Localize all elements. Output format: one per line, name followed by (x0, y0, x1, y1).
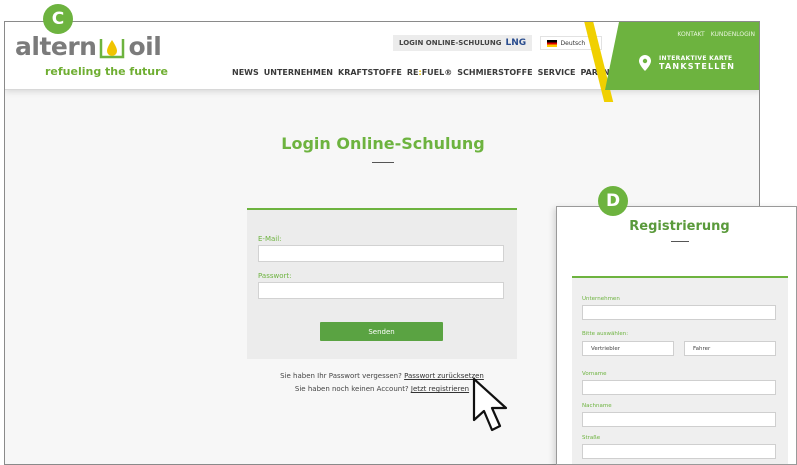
email-label: E-Mail: (258, 235, 282, 243)
top-utility-bar: LOGIN ONLINE-SCHULUNG LNG Deutsch ⌄ (393, 35, 603, 51)
street-field[interactable] (582, 444, 776, 459)
nav-item-news[interactable]: NEWS (232, 68, 259, 77)
registration-panel: Registrierung Unternehmen Bitte auswähle… (556, 206, 797, 465)
logo-wordmark: altern oil (15, 32, 162, 61)
german-flag-icon (547, 39, 557, 47)
mouse-cursor-icon (471, 376, 513, 438)
submit-button[interactable]: Senden (320, 322, 443, 341)
registration-title: Registrierung (629, 219, 730, 234)
nav-item-unternehmen[interactable]: UNTERNEHMEN (264, 68, 333, 77)
oil-drop-icon (98, 33, 126, 61)
language-value: Deutsch (560, 39, 586, 47)
kundenlogin-link[interactable]: KUNDENLOGIN (711, 31, 755, 38)
refuel-part-a: RE (406, 68, 419, 77)
register-link[interactable]: Jetzt registrieren (411, 385, 469, 393)
no-account-text: Sie haben noch keinen Account? (294, 385, 409, 393)
map-pin-icon (639, 55, 651, 71)
role-option-vertriebler[interactable]: Vertriebler (582, 341, 674, 356)
header-links: KONTAKT KUNDENLOGIN (677, 31, 755, 38)
map-link[interactable]: INTERAKTIVE KARTE TANKSTELLEN (639, 55, 735, 71)
lastname-label: Nachname (582, 403, 612, 409)
logo-text-left: altern (15, 32, 97, 61)
header-green-panel: KONTAKT KUNDENLOGIN INTERAKTIVE KARTE TA… (605, 22, 759, 90)
email-field[interactable] (258, 245, 504, 262)
company-field[interactable] (582, 305, 776, 320)
map-link-text: INTERAKTIVE KARTE TANKSTELLEN (659, 55, 735, 71)
login-form: E-Mail: Passwort: Senden (247, 208, 517, 359)
role-select-label: Bitte auswählen: (582, 331, 629, 337)
main-nav: NEWS UNTERNEHMEN KRAFTSTOFFE RE:FUEL® SC… (232, 68, 621, 77)
firstname-label: Vorname (582, 371, 607, 377)
company-label: Unternehmen (582, 296, 620, 302)
kontakt-link[interactable]: KONTAKT (677, 31, 704, 38)
map-line-2: TANKSTELLEN (659, 62, 736, 71)
site-logo[interactable]: altern oil (15, 32, 162, 61)
firstname-field[interactable] (582, 380, 776, 395)
logo-tagline: refueling the future (45, 65, 169, 78)
nav-item-schmierstoffe[interactable]: SCHMIERSTOFFE (457, 68, 532, 77)
nav-item-kraftstoffe[interactable]: KRAFTSTOFFE (338, 68, 402, 77)
logo-text-right: oil (128, 32, 162, 61)
site-header: altern oil refueling the future LOGIN ON… (5, 22, 759, 102)
registration-divider (671, 241, 689, 242)
login-schulung-link[interactable]: LOGIN ONLINE-SCHULUNG LNG (393, 35, 533, 51)
map-line-1: INTERAKTIVE KARTE (659, 55, 733, 62)
badge-d: D (598, 186, 628, 216)
nav-item-refuel[interactable]: RE:FUEL® (407, 68, 452, 77)
forgot-text: Sie haben Ihr Passwort vergessen? (280, 372, 402, 380)
registration-form: Unternehmen Bitte auswählen: Vertriebler… (572, 276, 788, 464)
title-divider (372, 162, 394, 163)
street-label: Straße (582, 435, 601, 441)
badge-c: C (43, 4, 73, 34)
password-field[interactable] (258, 282, 504, 299)
lng-code: LNG (505, 38, 527, 48)
lng-label: LOGIN ONLINE-SCHULUNG (399, 39, 502, 47)
password-label: Passwort: (258, 272, 292, 280)
refuel-part-c: FUEL® (421, 68, 453, 77)
nav-item-service[interactable]: SERVICE (538, 68, 576, 77)
page-title: Login Online-Schulung (281, 134, 485, 153)
lastname-field[interactable] (582, 412, 776, 427)
role-option-fahrer[interactable]: Fahrer (684, 341, 776, 356)
